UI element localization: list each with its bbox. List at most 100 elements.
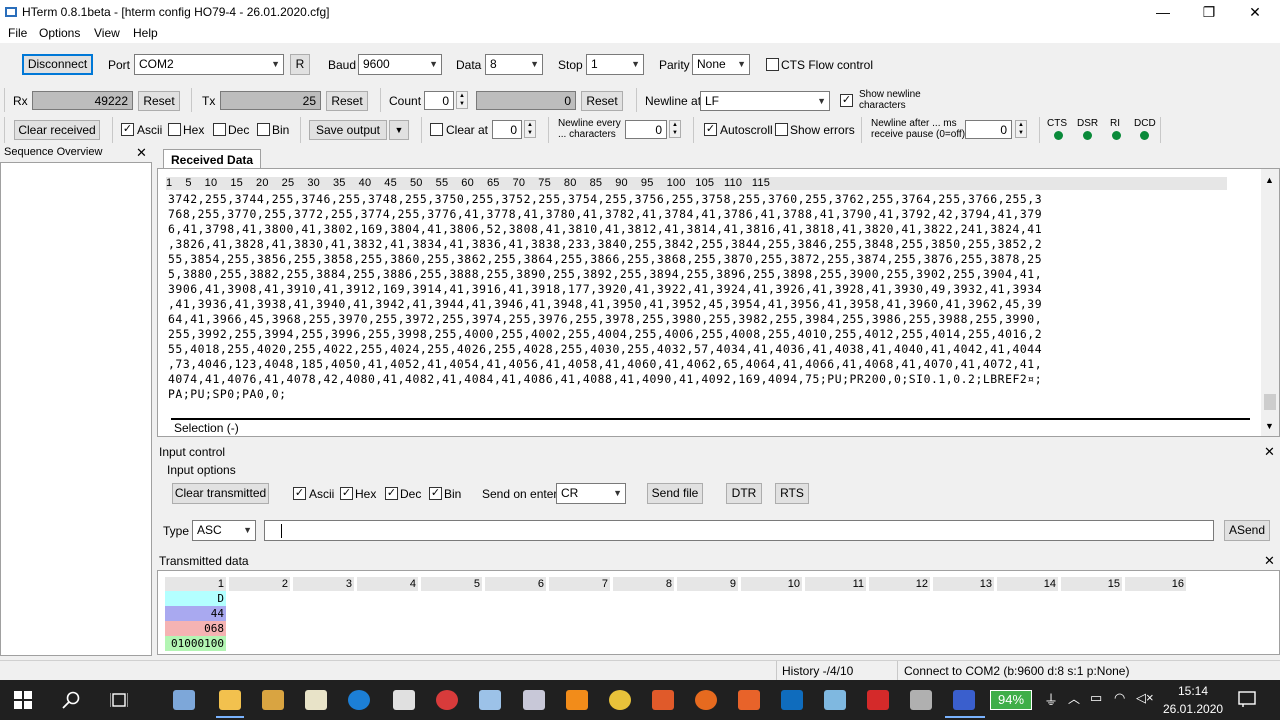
close-icon[interactable]: ✕ [1264,553,1275,569]
menu-view[interactable]: View [94,26,120,40]
taskbar-app-icon[interactable] [523,690,545,710]
stop-bits-select[interactable]: 1 ▼ [586,54,644,75]
cts-flow-checkbox[interactable] [766,58,779,71]
send-on-enter-select[interactable]: CR ▼ [556,483,626,504]
count-input[interactable]: 0 [424,91,454,110]
received-scrollbar[interactable]: ▲ ▼ [1261,169,1279,436]
taskbar-app-icon[interactable] [824,690,846,710]
tx-reset-button[interactable]: Reset [326,91,368,111]
dsr-led-icon [1083,131,1092,140]
tx-cell-ascii: D [165,591,226,606]
taskbar-app-icon[interactable] [436,690,458,710]
show-newline-checkbox[interactable]: ✓ [840,94,853,107]
file-explorer-icon[interactable] [219,690,241,710]
taskbar-app-icon[interactable] [910,690,932,710]
menu-options[interactable]: Options [39,26,80,40]
menu-file[interactable]: File [8,26,27,40]
rts-button[interactable]: RTS [775,483,809,504]
newline-at-select[interactable]: LF ▼ [700,91,830,111]
stop-bits-value: 1 [591,57,598,71]
wifi-icon[interactable]: ◠ [1114,690,1125,706]
clear-received-button[interactable]: Clear received [14,120,100,140]
taskbar-app-icon[interactable] [305,690,327,710]
firefox-icon[interactable] [695,690,717,710]
clock-date[interactable]: 26.01.2020 [1163,702,1223,716]
volume-icon[interactable]: ◁× [1136,690,1154,706]
port-select[interactable]: COM2 ▼ [134,54,284,75]
scroll-up-icon[interactable]: ▲ [1265,175,1274,185]
taskbar-app-icon[interactable] [738,690,760,710]
clear-transmitted-button[interactable]: Clear transmitted [172,483,269,504]
hterm-taskbar-icon[interactable] [953,690,975,710]
search-icon[interactable] [62,691,80,709]
received-line: 255,3992,255,3994,255,3996,255,3998,255,… [168,327,1043,341]
column-header: 14 [997,577,1058,591]
data-bits-select[interactable]: 8 ▼ [485,54,543,75]
divider [636,88,637,112]
type-select[interactable]: ASC ▼ [192,520,256,541]
column-header: 1 [165,577,226,591]
minimize-button[interactable]: — [1140,0,1186,24]
clear-at-input[interactable]: 0 [492,120,522,139]
notification-icon[interactable] [1238,690,1256,708]
port-value: COM2 [139,57,174,71]
paint-icon[interactable] [479,690,501,710]
taskbar-app-icon[interactable] [609,690,631,710]
dec-checkbox[interactable] [213,123,226,136]
hex-checkbox[interactable] [168,123,181,136]
clear-at-spinner[interactable]: ▲ ▼ [524,120,536,138]
newline-every-spinner[interactable]: ▲ ▼ [669,120,681,138]
battery-icon[interactable]: ▭ [1090,690,1102,706]
baud-select[interactable]: 9600 ▼ [358,54,442,75]
scrollbar-thumb[interactable] [1264,394,1276,410]
menu-help[interactable]: Help [133,26,158,40]
taskbar-app-icon[interactable] [173,690,195,710]
scroll-down-icon[interactable]: ▼ [1265,421,1274,431]
plug-icon[interactable]: ⏚ [1044,690,1058,710]
close-icon[interactable]: ✕ [1264,444,1275,460]
newline-after-input[interactable]: 0 [965,120,1012,139]
maximize-button[interactable]: ❐ [1186,0,1232,24]
newline-after-spinner[interactable]: ▲ ▼ [1015,120,1027,138]
show-errors-checkbox[interactable] [775,123,788,136]
newline-every-input[interactable]: 0 [625,120,667,139]
close-icon[interactable]: ✕ [136,145,147,161]
battery-indicator[interactable]: 94% [990,690,1032,710]
outlook-icon[interactable] [781,690,803,710]
tab-received-data[interactable]: Received Data [163,149,261,169]
acrobat-icon[interactable] [867,690,889,710]
input-hex-checkbox[interactable]: ✓ [340,487,353,500]
parity-select[interactable]: None ▼ [692,54,750,75]
calculator-icon[interactable] [393,690,415,710]
dtr-button[interactable]: DTR [726,483,762,504]
teamviewer-icon[interactable] [348,690,370,710]
save-output-dropdown[interactable]: ▼ [389,120,409,140]
input-bin-checkbox[interactable]: ✓ [429,487,442,500]
disconnect-button[interactable]: Disconnect [22,54,93,75]
save-output-button[interactable]: Save output [309,120,387,140]
autoscroll-checkbox[interactable]: ✓ [704,123,717,136]
task-view-icon[interactable] [110,691,128,709]
refresh-ports-button[interactable]: R [290,54,310,75]
count-spinner[interactable]: ▲ ▼ [456,91,468,109]
ascii-checkbox[interactable]: ✓ [121,123,134,136]
clock-time[interactable]: 15:14 [1178,684,1208,698]
send-file-button[interactable]: Send file [647,483,703,504]
send-input[interactable] [264,520,1214,541]
asend-button[interactable]: ASend [1224,520,1270,541]
hex-label: Hex [183,123,205,137]
show-errors-label: Show errors [790,123,855,137]
input-dec-checkbox[interactable]: ✓ [385,487,398,500]
close-button[interactable]: ✕ [1232,0,1278,24]
bin-checkbox[interactable] [257,123,270,136]
rx-reset-button[interactable]: Reset [138,91,180,111]
windows-start-icon[interactable] [14,691,32,709]
clear-at-checkbox[interactable] [430,123,443,136]
chevron-up-icon[interactable]: ︿ [1068,690,1080,707]
count-reset-button[interactable]: Reset [581,91,623,111]
send-on-enter-value: CR [561,486,579,500]
input-ascii-checkbox[interactable]: ✓ [293,487,306,500]
vlc-icon[interactable] [566,690,588,710]
taskbar-app-icon[interactable] [652,690,674,710]
taskbar-app-icon[interactable] [262,690,284,710]
